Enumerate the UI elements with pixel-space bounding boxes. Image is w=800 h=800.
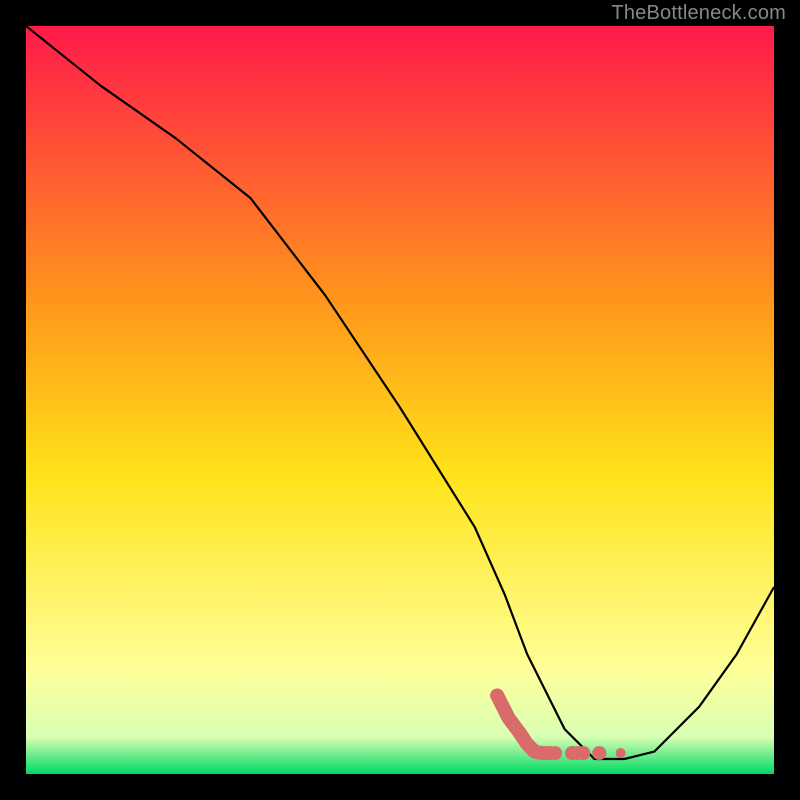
chart-svg bbox=[26, 26, 774, 774]
watermark-text: TheBottleneck.com bbox=[611, 2, 786, 25]
marker-dot bbox=[616, 748, 626, 758]
gradient-background bbox=[26, 26, 774, 774]
plot-area bbox=[26, 26, 774, 774]
chart-container: TheBottleneck.com bbox=[0, 0, 800, 800]
marker-dot bbox=[576, 746, 590, 760]
